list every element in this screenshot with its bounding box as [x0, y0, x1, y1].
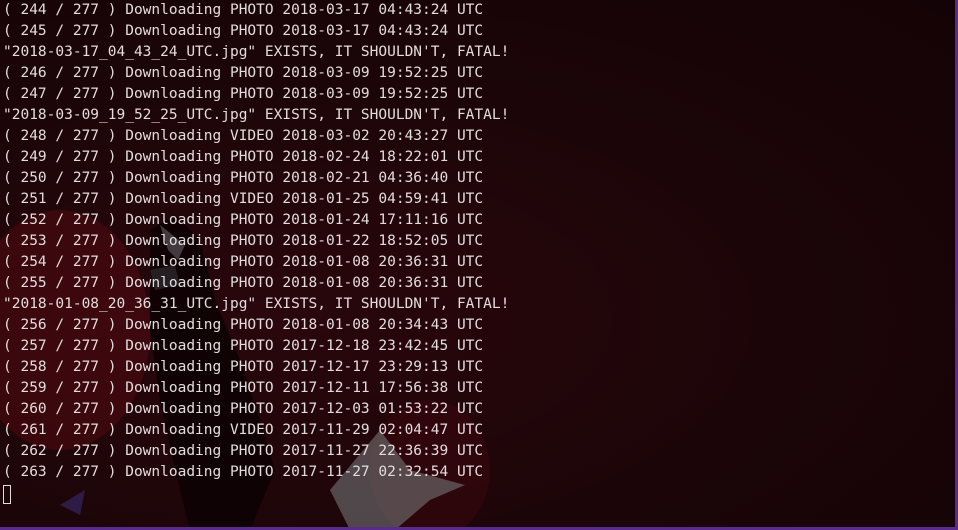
terminal-line: ( 248 / 277 ) Downloading VIDEO 2018-03-…: [3, 128, 484, 144]
terminal-line: ( 257 / 277 ) Downloading PHOTO 2017-12-…: [3, 338, 484, 354]
terminal-line: ( 260 / 277 ) Downloading PHOTO 2017-12-…: [3, 401, 484, 417]
text-cursor: [3, 485, 11, 504]
terminal-output[interactable]: ( 244 / 277 ) Downloading PHOTO 2018-03-…: [3, 0, 952, 524]
terminal-line: "2018-01-08_20_36_31_UTC.jpg" EXISTS, IT…: [3, 296, 510, 312]
terminal-line: ( 253 / 277 ) Downloading PHOTO 2018-01-…: [3, 233, 484, 249]
terminal-line: ( 255 / 277 ) Downloading PHOTO 2018-01-…: [3, 275, 484, 291]
terminal-line: ( 245 / 277 ) Downloading PHOTO 2018-03-…: [3, 23, 484, 39]
prompt-line[interactable]: [3, 483, 952, 504]
terminal-line: ( 250 / 277 ) Downloading PHOTO 2018-02-…: [3, 170, 484, 186]
terminal-line: ( 261 / 277 ) Downloading VIDEO 2017-11-…: [3, 422, 484, 438]
terminal-line: "2018-03-09_19_52_25_UTC.jpg" EXISTS, IT…: [3, 107, 510, 123]
terminal-line: ( 251 / 277 ) Downloading VIDEO 2018-01-…: [3, 191, 484, 207]
terminal-line: ( 263 / 277 ) Downloading PHOTO 2017-11-…: [3, 464, 484, 480]
terminal-line: ( 258 / 277 ) Downloading PHOTO 2017-12-…: [3, 359, 484, 375]
terminal-line: ( 247 / 277 ) Downloading PHOTO 2018-03-…: [3, 86, 484, 102]
terminal-line: ( 244 / 277 ) Downloading PHOTO 2018-03-…: [3, 2, 484, 18]
terminal-line: ( 246 / 277 ) Downloading PHOTO 2018-03-…: [3, 65, 484, 81]
terminal-line: ( 262 / 277 ) Downloading PHOTO 2017-11-…: [3, 443, 484, 459]
terminal-line: ( 256 / 277 ) Downloading PHOTO 2018-01-…: [3, 317, 484, 333]
terminal-line: ( 252 / 277 ) Downloading PHOTO 2018-01-…: [3, 212, 484, 228]
terminal-line: ( 249 / 277 ) Downloading PHOTO 2018-02-…: [3, 149, 484, 165]
terminal-line: "2018-03-17_04_43_24_UTC.jpg" EXISTS, IT…: [3, 44, 510, 60]
terminal-window[interactable]: ( 244 / 277 ) Downloading PHOTO 2018-03-…: [0, 0, 958, 530]
terminal-line: ( 259 / 277 ) Downloading PHOTO 2017-12-…: [3, 380, 484, 396]
terminal-line: ( 254 / 277 ) Downloading PHOTO 2018-01-…: [3, 254, 484, 270]
